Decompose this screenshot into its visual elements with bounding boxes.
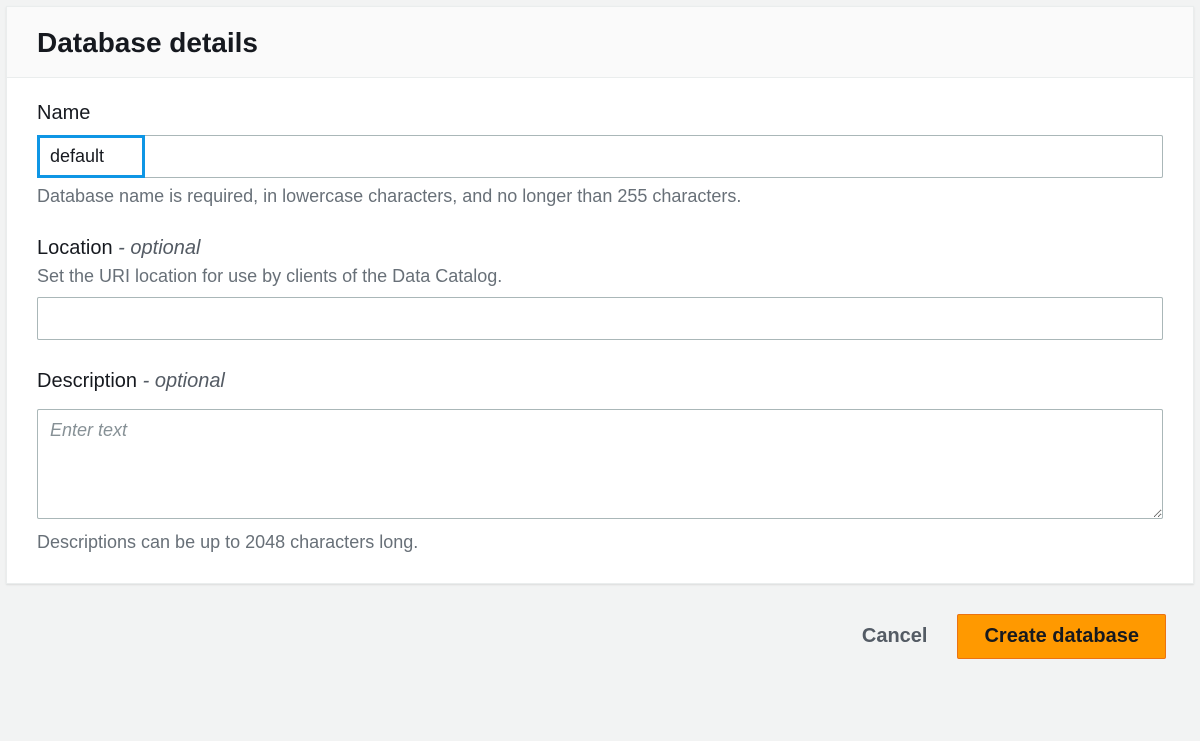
description-label-text: Description: [37, 370, 137, 392]
footer-actions: Cancel Create database: [6, 584, 1194, 659]
description-field-group: Description - optional Descriptions can …: [37, 370, 1163, 553]
location-label-text: Location: [37, 237, 113, 259]
panel-header: Database details: [7, 7, 1193, 78]
name-hint: Database name is required, in lowercase …: [37, 186, 1163, 207]
name-field-group: Name Database name is required, in lower…: [37, 102, 1163, 207]
description-hint: Descriptions can be up to 2048 character…: [37, 532, 1163, 553]
description-optional-suffix: - optional: [137, 370, 225, 392]
database-details-panel: Database details Name Database name is r…: [6, 6, 1194, 584]
name-input[interactable]: [37, 135, 1163, 178]
cancel-button[interactable]: Cancel: [850, 615, 940, 658]
location-field-group: Location - optional Set the URI location…: [37, 237, 1163, 340]
location-label: Location - optional: [37, 237, 1163, 260]
name-label: Name: [37, 102, 1163, 125]
create-database-button[interactable]: Create database: [957, 614, 1166, 659]
panel-title: Database details: [37, 27, 1163, 59]
location-hint: Set the URI location for use by clients …: [37, 266, 1163, 287]
description-label: Description - optional: [37, 370, 1163, 393]
description-textarea[interactable]: [37, 409, 1163, 519]
location-input[interactable]: [37, 297, 1163, 340]
name-input-wrap: [37, 135, 1163, 178]
panel-body: Name Database name is required, in lower…: [7, 78, 1193, 583]
location-optional-suffix: - optional: [113, 237, 201, 259]
